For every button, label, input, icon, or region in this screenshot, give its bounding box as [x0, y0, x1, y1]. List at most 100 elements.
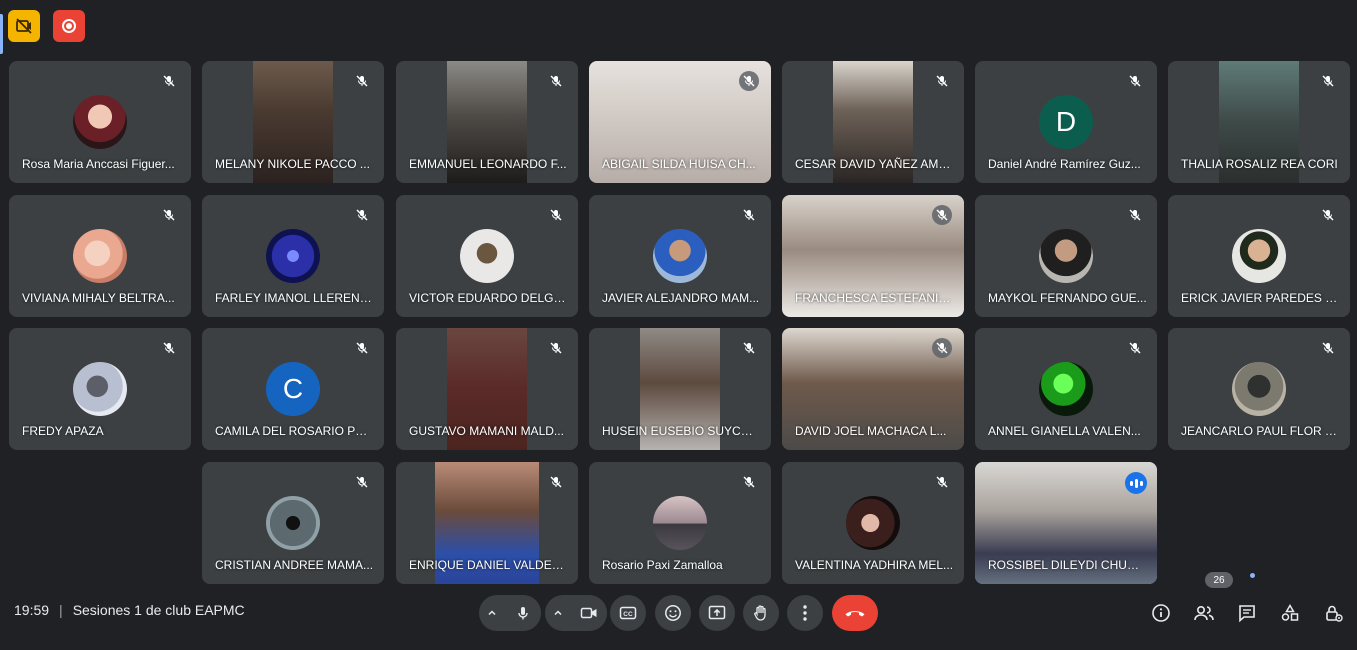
participant-tile[interactable]: JAVIER ALEJANDRO MAM... — [589, 195, 771, 317]
participant-avatar — [73, 362, 127, 416]
participant-tile[interactable]: THALIA ROSALIZ REA CORI — [1168, 61, 1350, 183]
participant-tile-active-speaker[interactable]: ROSSIBEL DILEYDI CHURA... — [975, 462, 1157, 584]
participant-name: CRISTIAN ANDREE MAMA... — [215, 558, 374, 572]
participant-avatar — [460, 229, 514, 283]
mic-off-icon — [1125, 205, 1145, 225]
participant-tile[interactable]: ABIGAIL SILDA HUISA CH... — [589, 61, 771, 183]
chevron-up-icon — [488, 610, 496, 616]
participant-tile[interactable]: CESAR DAVID YAÑEZ AMA... — [782, 61, 964, 183]
more-options-icon — [803, 605, 807, 621]
participant-name: VICTOR EDUARDO DELGA... — [409, 291, 568, 305]
mic-off-icon — [159, 338, 179, 358]
mic-control-group — [479, 595, 541, 631]
raise-hand-icon — [754, 605, 766, 621]
svg-text:CC: CC — [623, 611, 633, 618]
record-icon — [62, 19, 76, 33]
raise-hand-button[interactable] — [743, 595, 779, 631]
participant-name: FRANCHESCA ESTEFANIA... — [795, 291, 954, 305]
recording-sessions-button[interactable] — [8, 10, 40, 42]
participant-tile[interactable]: MAYKOL FERNANDO GUE... — [975, 195, 1157, 317]
participant-tile[interactable]: Rosario Paxi Zamalloa — [589, 462, 771, 584]
participant-tile[interactable]: VIVIANA MIHALY BELTRA... — [9, 195, 191, 317]
chat-icon — [1239, 605, 1255, 623]
participant-tile[interactable]: VICTOR EDUARDO DELGA... — [396, 195, 578, 317]
participant-tile[interactable]: D Daniel André Ramírez Guz... — [975, 61, 1157, 183]
mic-off-icon — [932, 338, 952, 358]
mic-button[interactable] — [505, 595, 541, 631]
video-options-button[interactable] — [545, 595, 571, 631]
mic-off-icon — [546, 472, 566, 492]
mic-off-icon — [352, 472, 372, 492]
participant-tile[interactable]: FARLEY IMANOL LLERENA... — [202, 195, 384, 317]
participant-tile[interactable]: C CAMILA DEL ROSARIO PO... — [202, 328, 384, 450]
participant-tile[interactable]: CRISTIAN ANDREE MAMA... — [202, 462, 384, 584]
participant-name: Rosario Paxi Zamalloa — [602, 558, 723, 572]
reactions-button[interactable] — [655, 595, 691, 631]
participant-name: VALENTINA YADHIRA MEL... — [795, 558, 954, 572]
emoji-icon — [665, 605, 681, 621]
captions-button[interactable]: CC — [610, 595, 646, 631]
mic-off-icon — [352, 205, 372, 225]
participant-avatar — [653, 229, 707, 283]
record-button[interactable] — [53, 10, 85, 42]
leave-call-button[interactable] — [832, 595, 878, 631]
bottom-toolbar: 19:59 | Sesiones 1 de club EAPMC CC 26 — [0, 572, 1357, 650]
participant-tile[interactable]: ANNEL GIANELLA VALEN... — [975, 328, 1157, 450]
participant-tile[interactable]: MELANY NIKOLE PACCO ... — [202, 61, 384, 183]
participant-tile[interactable]: GUSTAVO MAMANI MALD... — [396, 328, 578, 450]
participant-name: EMMANUEL LEONARDO F... — [409, 157, 567, 171]
participant-name: MELANY NIKOLE PACCO ... — [215, 157, 370, 171]
participant-name: MAYKOL FERNANDO GUE... — [988, 291, 1147, 305]
participant-name: ROSSIBEL DILEYDI CHURA... — [988, 558, 1147, 572]
participant-tile[interactable]: HUSEIN EUSEBIO SUYCO ... — [589, 328, 771, 450]
captions-icon: CC — [619, 606, 637, 620]
camera-button[interactable] — [571, 595, 607, 631]
chevron-up-icon — [554, 610, 562, 616]
mic-off-icon — [352, 338, 372, 358]
chat-button[interactable] — [1232, 598, 1262, 628]
participant-tile[interactable]: FREDY APAZA — [9, 328, 191, 450]
audio-options-button[interactable] — [479, 595, 505, 631]
mic-off-icon — [352, 71, 372, 91]
participant-tile[interactable]: EMMANUEL LEONARDO F... — [396, 61, 578, 183]
meeting-details: 19:59 | Sesiones 1 de club EAPMC — [14, 602, 245, 618]
participant-name: ABIGAIL SILDA HUISA CH... — [602, 157, 756, 171]
participant-name: Daniel André Ramírez Guz... — [988, 157, 1141, 171]
participant-name: HUSEIN EUSEBIO SUYCO ... — [602, 424, 761, 438]
participant-tile[interactable]: ENRIQUE DANIEL VALDER... — [396, 462, 578, 584]
camera-control-group — [545, 595, 607, 631]
people-button[interactable] — [1189, 598, 1219, 628]
participant-name: THALIA ROSALIZ REA CORI — [1181, 157, 1338, 171]
people-icon — [1194, 605, 1214, 621]
mic-off-icon — [932, 472, 952, 492]
host-controls-button[interactable] — [1318, 598, 1348, 628]
letter-avatar: C — [266, 362, 320, 416]
meeting-info-button[interactable] — [1146, 598, 1176, 628]
mic-off-icon — [1318, 338, 1338, 358]
participant-name: JAVIER ALEJANDRO MAM... — [602, 291, 760, 305]
participant-tile[interactable]: ERICK JAVIER PAREDES H... — [1168, 195, 1350, 317]
host-controls-icon — [1326, 605, 1343, 622]
participant-avatar — [653, 496, 707, 550]
mic-off-icon — [932, 205, 952, 225]
participant-avatar — [1039, 229, 1093, 283]
mic-icon — [518, 607, 528, 620]
participant-avatar — [73, 229, 127, 283]
participant-tile[interactable]: JEANCARLO PAUL FLOR T... — [1168, 328, 1350, 450]
more-options-button[interactable] — [787, 595, 823, 631]
present-screen-button[interactable] — [699, 595, 735, 631]
activities-button[interactable] — [1275, 598, 1305, 628]
meeting-title: Sesiones 1 de club EAPMC — [72, 602, 245, 618]
unread-chat-dot — [1250, 573, 1255, 578]
mic-off-icon — [546, 338, 566, 358]
call-end-icon — [845, 611, 865, 617]
participant-name: GUSTAVO MAMANI MALD... — [409, 424, 564, 438]
participant-tile[interactable]: DAVID JOEL MACHACA L... — [782, 328, 964, 450]
participant-tile[interactable]: VALENTINA YADHIRA MEL... — [782, 462, 964, 584]
mic-off-icon — [739, 71, 759, 91]
participant-avatar — [266, 229, 320, 283]
mic-off-icon — [932, 71, 952, 91]
participant-tile[interactable]: Rosa Maria Anccasi Figuer... — [9, 61, 191, 183]
mic-off-icon — [546, 205, 566, 225]
participant-tile[interactable]: FRANCHESCA ESTEFANIA... — [782, 195, 964, 317]
